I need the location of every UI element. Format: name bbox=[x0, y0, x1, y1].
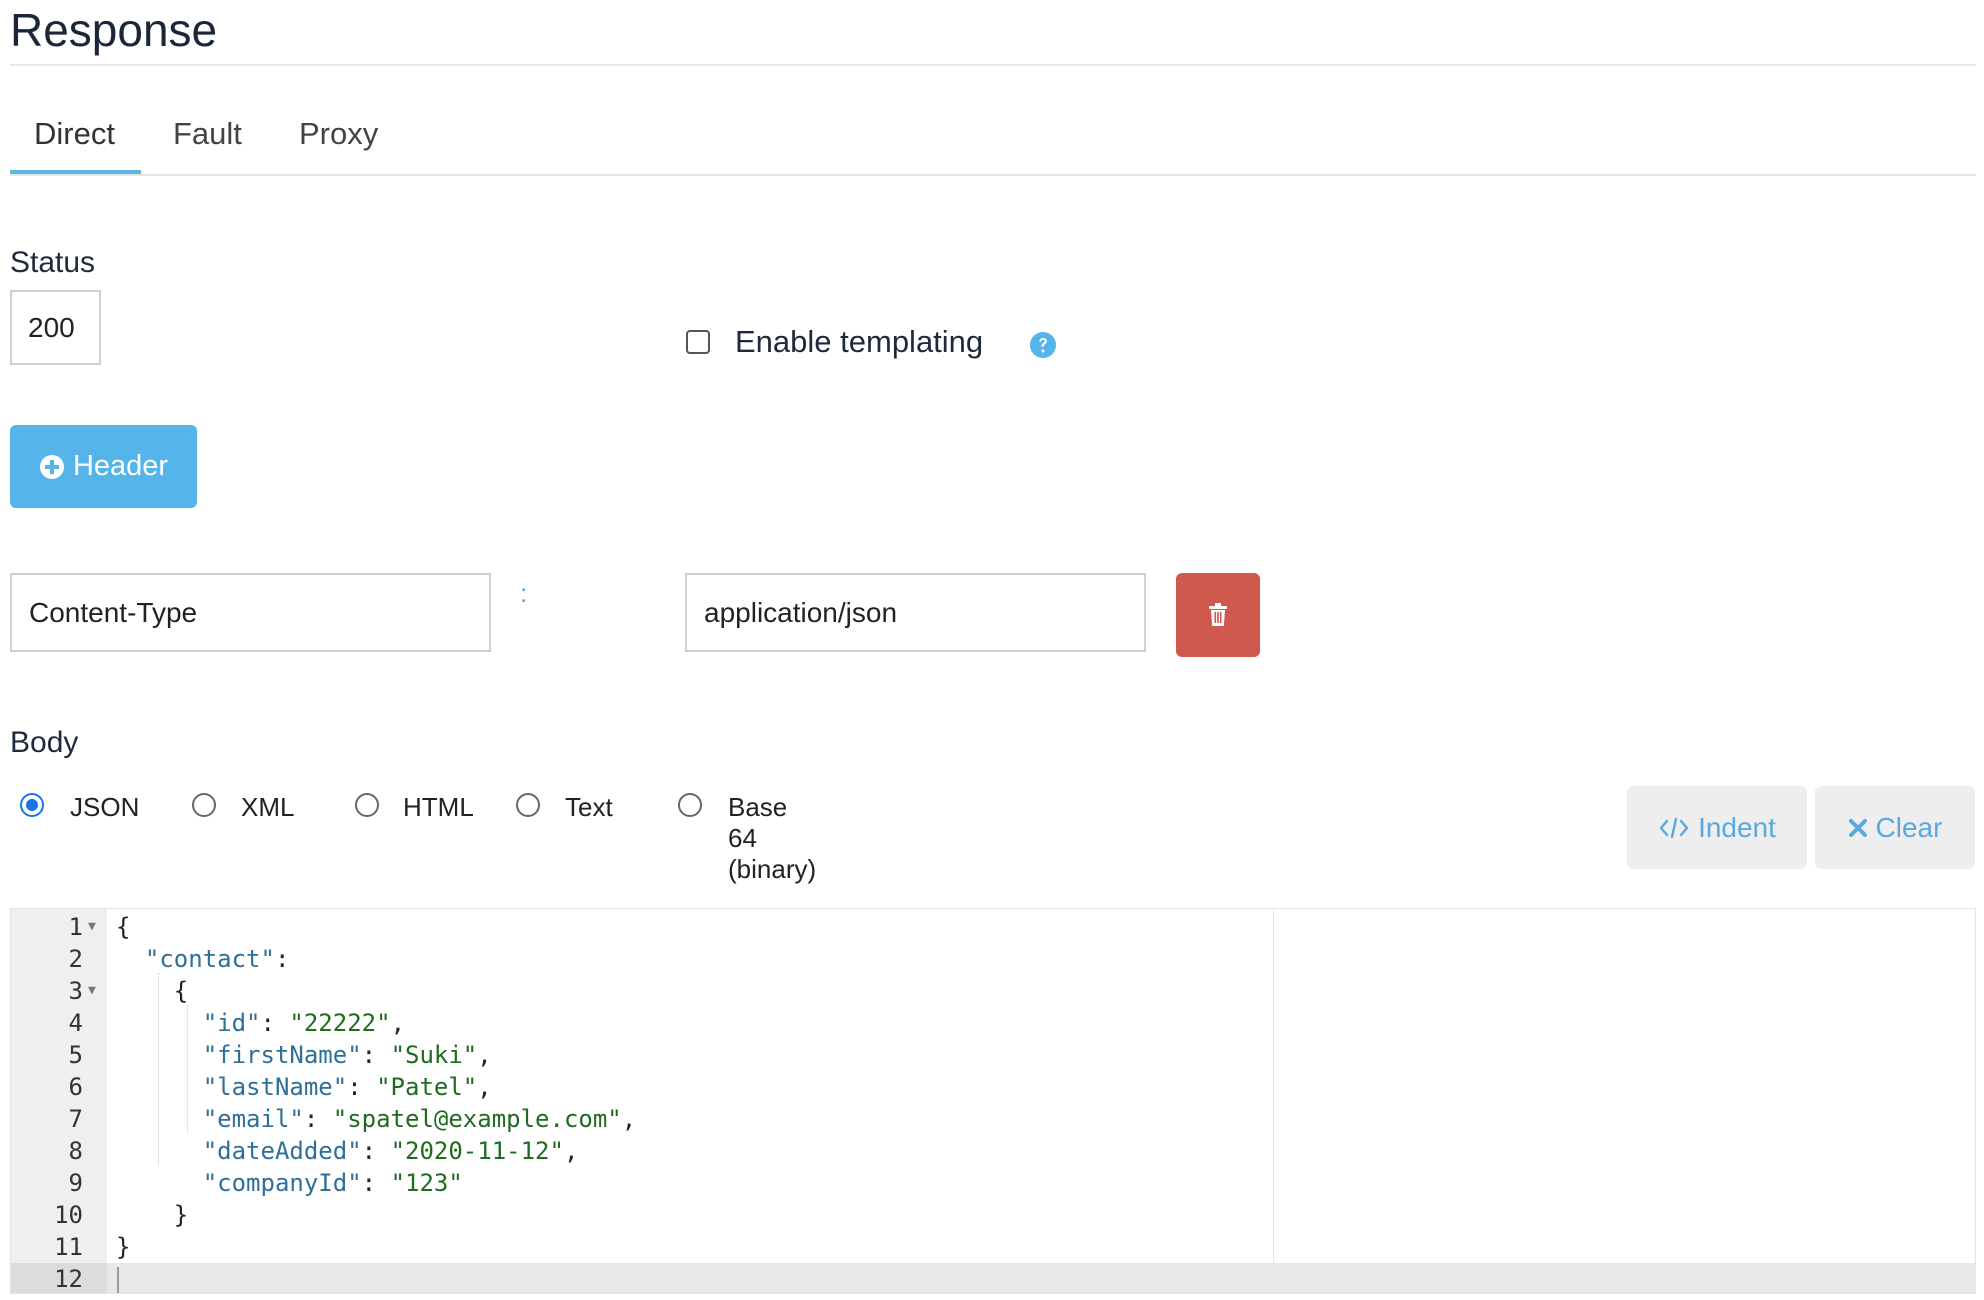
code-text: { bbox=[116, 913, 131, 941]
code-text: } bbox=[116, 1201, 189, 1229]
question-circle-icon[interactable] bbox=[1029, 331, 1057, 359]
code-line: 12 bbox=[11, 1263, 1975, 1293]
code-text: "companyId": "123" bbox=[202, 1169, 463, 1197]
clear-label: Clear bbox=[1875, 811, 1943, 843]
code-line: 9 "companyId": "123" bbox=[11, 1167, 1975, 1199]
status-label: Status bbox=[10, 246, 96, 279]
add-header-label: Header bbox=[72, 450, 169, 482]
code-text: "email": "spatel@example.com", bbox=[202, 1105, 637, 1133]
radio-json[interactable] bbox=[20, 793, 44, 817]
radio-html[interactable] bbox=[355, 793, 379, 817]
code-line: 3 ▼ { bbox=[11, 975, 1975, 1007]
code-text: "firstName": "Suki", bbox=[202, 1041, 492, 1069]
line-number: 6 bbox=[68, 1073, 83, 1101]
radio-html-label: HTML bbox=[403, 792, 474, 822]
tab-fault[interactable]: Fault bbox=[173, 112, 242, 156]
indent-label: Indent bbox=[1698, 811, 1776, 843]
code-text: { bbox=[116, 977, 189, 1005]
page-title: Response bbox=[10, 4, 218, 56]
fold-arrow-icon[interactable]: ▼ bbox=[88, 911, 96, 943]
close-icon bbox=[1848, 818, 1867, 837]
line-number: 3 bbox=[68, 977, 83, 1005]
line-number: 5 bbox=[68, 1041, 83, 1069]
radio-base64-label: Base 64 (binary) bbox=[728, 792, 817, 884]
body-label: Body bbox=[10, 726, 79, 759]
radio-base64[interactable] bbox=[678, 793, 702, 817]
add-header-button[interactable]: Header bbox=[10, 425, 197, 508]
code-line: 10 } bbox=[11, 1199, 1975, 1231]
line-number: 4 bbox=[68, 1009, 83, 1037]
enable-templating-checkbox[interactable] bbox=[686, 330, 710, 354]
fold-arrow-icon[interactable]: ▼ bbox=[88, 975, 96, 1007]
title-divider bbox=[10, 64, 1976, 66]
tab-direct[interactable]: Direct bbox=[34, 112, 115, 156]
tab-proxy[interactable]: Proxy bbox=[299, 112, 378, 156]
tabs-divider bbox=[10, 174, 1976, 176]
line-number: 12 bbox=[54, 1265, 83, 1293]
radio-xml[interactable] bbox=[192, 793, 216, 817]
enable-templating-label: Enable templating bbox=[735, 324, 984, 359]
indent-button[interactable]: Indent bbox=[1627, 786, 1807, 869]
clear-button[interactable]: Clear bbox=[1815, 786, 1975, 869]
code-text: } bbox=[116, 1233, 131, 1261]
code-line: 7 "email": "spatel@example.com", bbox=[11, 1103, 1975, 1135]
plus-circle-icon bbox=[39, 454, 64, 479]
radio-text[interactable] bbox=[516, 793, 540, 817]
line-number: 7 bbox=[68, 1105, 83, 1133]
trash-icon bbox=[1209, 603, 1227, 626]
code-line: 11} bbox=[11, 1231, 1975, 1263]
response-tabs: Direct Fault Proxy bbox=[10, 112, 1976, 176]
code-text: "id": "22222", bbox=[202, 1009, 406, 1037]
header-separator: : bbox=[520, 578, 528, 608]
code-text: "contact": bbox=[144, 945, 290, 973]
delete-header-button[interactable] bbox=[1176, 573, 1260, 657]
code-icon bbox=[1659, 817, 1689, 838]
line-number: 8 bbox=[68, 1137, 83, 1165]
code-line: 8 "dateAdded": "2020-11-12", bbox=[11, 1135, 1975, 1167]
line-number: 10 bbox=[54, 1201, 83, 1229]
code-text: "dateAdded": "2020-11-12", bbox=[202, 1137, 579, 1165]
radio-xml-label: XML bbox=[241, 792, 295, 822]
code-line: 2 "contact": bbox=[11, 943, 1975, 975]
line-number: 2 bbox=[68, 945, 83, 973]
line-number: 11 bbox=[54, 1233, 83, 1261]
radio-json-label: JSON bbox=[70, 792, 140, 822]
radio-text-label: Text bbox=[565, 792, 613, 822]
status-input[interactable]: 200 bbox=[10, 290, 101, 365]
code-text: "lastName": "Patel", bbox=[202, 1073, 492, 1101]
header-value-input[interactable]: application/json bbox=[685, 573, 1146, 652]
code-line: 6 "lastName": "Patel", bbox=[11, 1071, 1975, 1103]
code-line: 4 "id": "22222", bbox=[11, 1007, 1975, 1039]
line-number: 1 bbox=[68, 913, 83, 941]
line-number: 9 bbox=[68, 1169, 83, 1197]
code-line: 5 "firstName": "Suki", bbox=[11, 1039, 1975, 1071]
header-name-input[interactable]: Content-Type bbox=[10, 573, 491, 652]
text-cursor bbox=[117, 1267, 119, 1293]
code-line: 1 ▼ { bbox=[11, 911, 1975, 943]
code-editor[interactable]: 1 ▼{ 2 "contact": 3 ▼ { 4 "id": "22222", 5… bbox=[10, 908, 1976, 1294]
